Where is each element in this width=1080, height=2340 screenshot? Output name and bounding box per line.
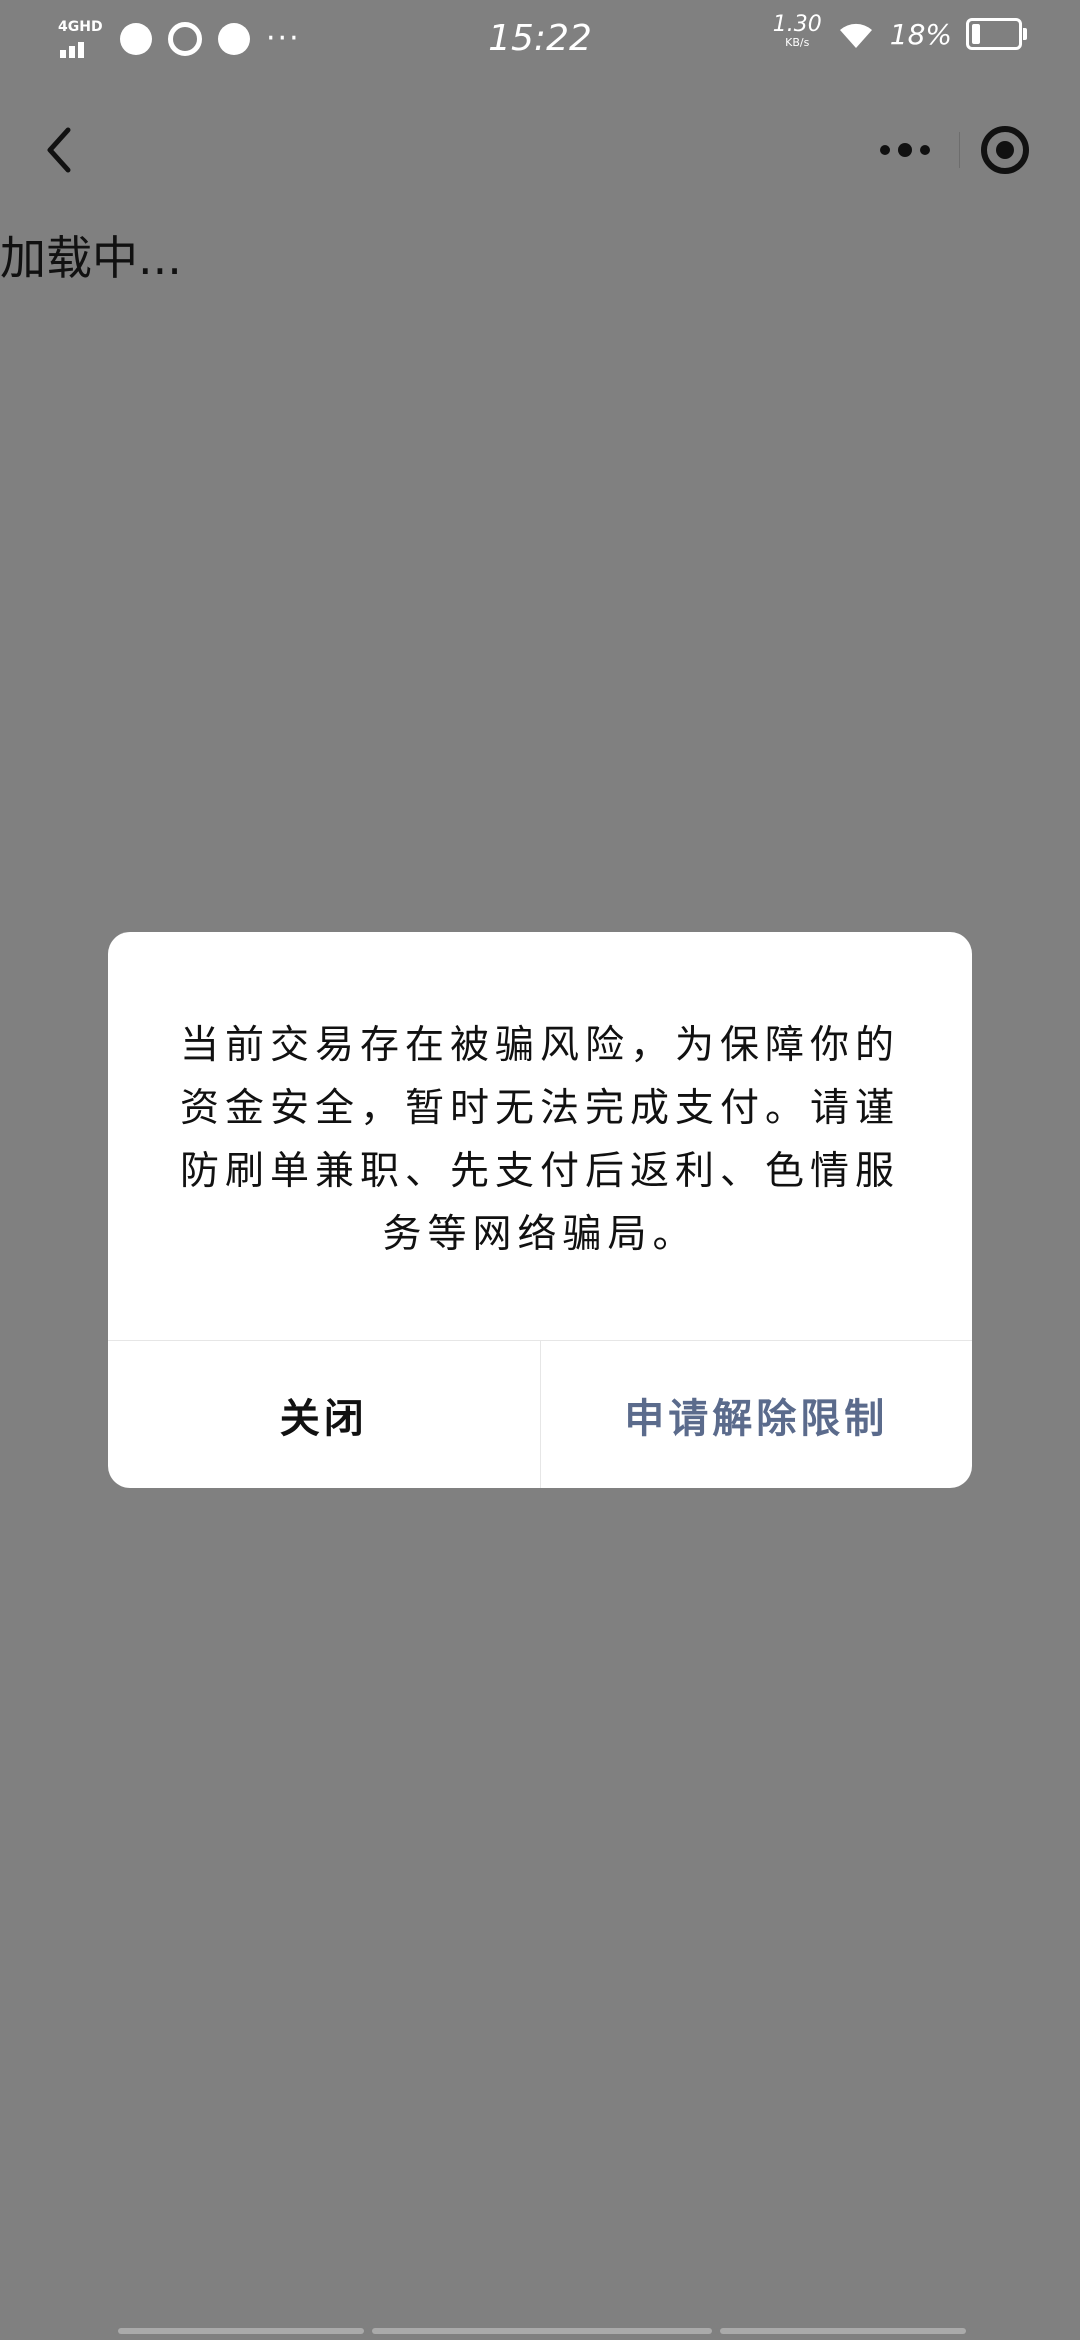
status-right: 1.30 KB/s 18%: [772, 12, 1027, 52]
risk-warning-dialog: 当前交易存在被骗风险，为保障你的资金安全，暂时无法完成支付。请谨防刷单兼职、先支…: [108, 932, 972, 1488]
battery-percent: 18%: [889, 17, 952, 51]
back-icon[interactable]: [40, 122, 80, 178]
dialog-actions: 关闭 申请解除限制: [108, 1341, 972, 1488]
more-icon[interactable]: [850, 118, 959, 182]
close-button[interactable]: 关闭: [108, 1341, 540, 1488]
battery-icon: [966, 18, 1027, 50]
nav-bar: [0, 100, 1080, 200]
close-mini-program-icon[interactable]: [960, 118, 1050, 182]
network-speed: 1.30 KB/s: [772, 12, 822, 52]
wifi-icon: [839, 23, 872, 48]
dialog-message: 当前交易存在被骗风险，为保障你的资金安全，暂时无法完成支付。请谨防刷单兼职、先支…: [179, 1023, 900, 1257]
status-bar: 4GHD ··· 15:22 1.30 KB/s 18%: [0, 0, 1080, 80]
loading-text: 加载中...: [0, 231, 182, 285]
gesture-bar: [118, 2328, 966, 2334]
mini-program-capsule: [850, 118, 1050, 182]
speed-value: 1.30: [772, 12, 822, 37]
request-lift-restriction-button[interactable]: 申请解除限制: [541, 1341, 973, 1488]
